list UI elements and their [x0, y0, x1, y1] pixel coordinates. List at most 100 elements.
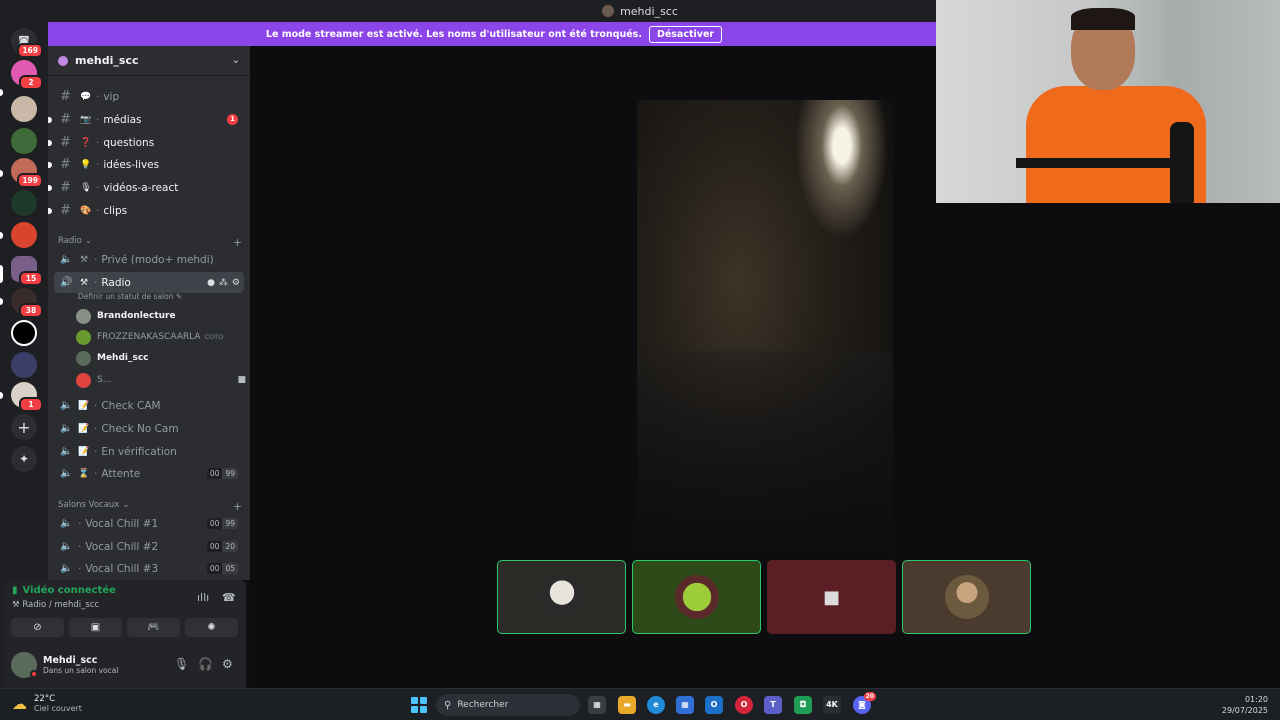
channel-idees-lives[interactable]: # 💡 · idées-lives [48, 154, 244, 175]
unread-pip [48, 208, 52, 214]
headphones-icon[interactable]: 🎧 [198, 657, 213, 671]
app-4k-icon[interactable]: 4K [823, 696, 841, 714]
separator: · [78, 517, 82, 530]
outlook-icon[interactable]: O [705, 696, 723, 714]
voice-channel-link[interactable]: ⚒ Radio / mehdi_scc [12, 600, 99, 610]
channel-name: Vocal Chill #1 [85, 517, 159, 530]
channel-status-prompt[interactable]: Définir un statut de salon ✎ [78, 292, 182, 301]
channel-clips[interactable]: # 🎨 · clips [48, 200, 244, 221]
category-radio[interactable]: Radio ⌄ + [58, 236, 242, 249]
gear-icon[interactable]: ⚙ [232, 278, 240, 288]
channel-vip[interactable]: # 💬 · vip [54, 86, 244, 107]
camera-off-button[interactable]: ⊘ [11, 618, 64, 637]
voice-user[interactable]: Mehdi_scc [76, 348, 246, 368]
voice-user[interactable]: FROZZENAKASCAARLA COTO [76, 327, 246, 347]
server-icon-pink[interactable]: 2 [11, 60, 43, 90]
weather-widget[interactable]: ☁ 22°C Ciel couvert [12, 694, 82, 713]
participant-tile[interactable] [902, 560, 1031, 634]
invite-icon[interactable]: ⁂ [219, 278, 228, 288]
channel-emoji: 🎙 [80, 182, 92, 193]
speaker-icon: 🔊 [60, 277, 73, 288]
server-header[interactable]: mehdi_scc ⌄ [48, 46, 250, 76]
server-icon-light[interactable]: 1 [11, 382, 43, 412]
server-icon-dark[interactable]: 38 [11, 288, 43, 318]
store-icon[interactable]: ▦ [676, 696, 694, 714]
unread-pip [48, 185, 52, 191]
server-icon-minecraft[interactable] [11, 128, 37, 154]
separator: · [96, 113, 100, 126]
server-icon-ring[interactable] [11, 320, 37, 346]
microphone-icon[interactable]: 🎙 [174, 657, 189, 671]
soundboard-button[interactable]: ✺ [185, 618, 238, 637]
system-clock[interactable]: 01:20 29/07/2025 [1222, 694, 1268, 716]
add-channel-icon[interactable]: + [233, 236, 242, 249]
server-icon-red[interactable] [11, 222, 37, 248]
channel-questions[interactable]: # ❓ · questions [48, 132, 244, 153]
plus-icon[interactable]: + [11, 414, 37, 440]
server-icon-avatar[interactable] [11, 96, 37, 122]
focused-video-stream[interactable] [637, 100, 893, 556]
speaker-icon: 🔈 [60, 423, 73, 434]
edge-icon[interactable]: e [647, 696, 665, 714]
voice-channel-prive[interactable]: 🔈 ⚒ · Privé (modo+ mehdi) [54, 249, 244, 270]
participant-tile-camera[interactable]: ■ [767, 560, 896, 634]
discord-icon[interactable]: ◙ 169 [11, 28, 43, 58]
file-explorer-icon[interactable]: ▬ [618, 696, 636, 714]
channel-medias[interactable]: # 📷 · médias 1 [48, 109, 244, 130]
participant-tile[interactable] [632, 560, 761, 634]
channel-emoji: 💬 [80, 91, 92, 102]
user-limit: 00 99 [206, 518, 238, 529]
voice-channel-verification[interactable]: 🔈 📝 · En vérification [54, 441, 244, 462]
participant-tile[interactable] [497, 560, 626, 634]
voice-channel-chill-2[interactable]: 🔈 · Vocal Chill #2 00 20 [54, 536, 244, 557]
voice-channel-chill-3[interactable]: 🔈 · Vocal Chill #3 00 05 [54, 558, 244, 579]
separator: · [94, 467, 98, 480]
task-view-icon[interactable]: ▦ [588, 696, 606, 714]
server-badge: 1 [19, 397, 43, 412]
separator: · [78, 540, 82, 553]
voice-channel-check-no-cam[interactable]: 🔈 📝 · Check No Cam [54, 418, 244, 439]
voice-channel-radio[interactable]: 🔊 ⚒ · Radio ● ⁂ ⚙ [54, 272, 244, 293]
voice-user[interactable]: S... ■ [76, 370, 246, 390]
channel-name: idées-lives [103, 158, 160, 171]
speaker-icon: 🔈 [60, 541, 73, 552]
category-salons-vocaux[interactable]: Salons Vocaux ⌄ + [58, 500, 242, 513]
screen-share-button[interactable]: ▣ [69, 618, 122, 637]
discord-taskbar-icon[interactable]: ◙ 20 [853, 692, 876, 714]
hammer-icon: ⚒ [79, 254, 89, 265]
server-icon-local[interactable] [11, 190, 37, 216]
windows-start-icon[interactable] [411, 697, 427, 713]
compass-icon[interactable]: ✦ [11, 446, 37, 472]
taskbar-search[interactable]: ⚲ Rechercher [436, 694, 580, 716]
search-placeholder: Rechercher [457, 700, 509, 710]
app-green-icon[interactable]: ◘ [794, 696, 812, 714]
server-icon-purple[interactable] [11, 352, 37, 378]
teams-icon[interactable]: T [764, 696, 782, 714]
channel-name: clips [103, 204, 128, 217]
disable-streamer-button[interactable]: Désactiver [648, 25, 723, 43]
server-icon-mehdi[interactable]: 15 [11, 256, 43, 286]
gear-icon[interactable]: ⚙ [222, 657, 233, 671]
channel-videos-a-react[interactable]: # 🎙 · vidéos-a-react [48, 177, 244, 198]
disconnect-icon[interactable]: ☎ [222, 591, 236, 604]
voice-channel-chill-1[interactable]: 🔈 · Vocal Chill #1 00 99 [54, 513, 244, 534]
opera-icon[interactable]: O [735, 696, 753, 714]
temperature: 22°C [34, 694, 56, 704]
voice-channel-attente[interactable]: 🔈 ⌛ · Attente 00 99 [54, 463, 244, 484]
voice-channel-check-cam[interactable]: 🔈 📝 · Check CAM [54, 395, 244, 416]
voice-user[interactable]: Brandonlecture [76, 306, 246, 326]
activities-button[interactable]: 🎮 [127, 618, 180, 637]
windows-taskbar: ☁ 22°C Ciel couvert ⚲ Rechercher ▦ ▬ e ▦… [0, 688, 1280, 720]
clock-date: 29/07/2025 [1221, 706, 1268, 715]
participant-tiles: ■ [497, 560, 1031, 634]
streamer-webcam [936, 0, 1280, 203]
search-icon: ⚲ [444, 699, 452, 711]
voice-status: Vidéo connectée [22, 585, 116, 596]
add-channel-icon[interactable]: + [233, 500, 242, 513]
server-icon-face[interactable]: 199 [11, 158, 43, 188]
voice-user-name: Brandonlecture [97, 311, 176, 321]
voice-connected-title[interactable]: ▮ Vidéo connectée [12, 585, 116, 596]
chat-icon[interactable]: ● [207, 278, 215, 288]
noise-suppression-icon[interactable]: ıllı [197, 591, 209, 604]
gamepad-icon: 🎮 [147, 622, 160, 633]
